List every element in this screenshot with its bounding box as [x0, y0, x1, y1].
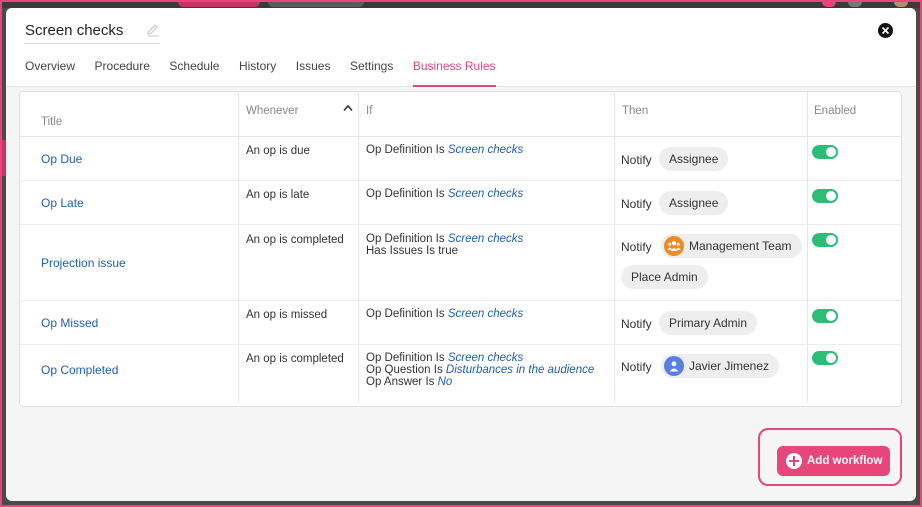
condition-line: Op Definition Is Screen checks [366, 308, 523, 320]
recipient-chip[interactable]: Place Admin [621, 265, 708, 289]
condition-line: Has Issues Is true [366, 245, 523, 257]
condition-label: Op Definition Is [366, 352, 445, 364]
recipient-label: Management Team [689, 239, 792, 253]
pencil-icon[interactable] [146, 23, 160, 37]
condition-line: Op Definition Is Screen checks [366, 233, 523, 245]
user-icon-glyph [669, 361, 679, 372]
whenever-cell: An op is missed [246, 309, 328, 321]
enabled-toggle[interactable] [812, 309, 838, 323]
recipient-chip[interactable]: Javier Jimenez [661, 354, 780, 378]
condition-line: Op Definition Is Screen checks [366, 144, 523, 156]
whenever-cell: An op is late [246, 189, 310, 201]
tab-business-rules[interactable]: Business Rules [412, 59, 496, 87]
condition-value[interactable]: Disturbances in the audience [446, 364, 594, 376]
table-row[interactable]: Projection issue An op is completed Op D… [20, 225, 901, 301]
background-app-header [0, 0, 922, 8]
recipient-chip[interactable]: Primary Admin [659, 311, 758, 335]
condition-label: Op Definition Is [366, 233, 445, 245]
condition-line: Op Question Is Disturbances in the audie… [366, 364, 594, 376]
tab-settings[interactable]: Settings [350, 59, 393, 87]
condition-label: Op Definition Is [366, 188, 445, 200]
header-title[interactable]: Title [41, 116, 62, 128]
background-button [178, 0, 260, 7]
condition-value[interactable]: Screen checks [448, 308, 523, 320]
modal-title: Screen checks [25, 22, 124, 39]
plus-circle-icon [786, 453, 802, 469]
team-icon [664, 236, 684, 256]
team-icon-glyph [667, 241, 681, 251]
add-workflow-label: Add workflow [807, 455, 883, 467]
tab-procedure[interactable]: Procedure [95, 59, 150, 87]
notify-label: Notify [621, 197, 652, 211]
condition-label: Op Question Is [366, 364, 443, 376]
if-cell: Op Definition Is Screen checks Op Questi… [366, 352, 594, 388]
whenever-cell: An op is completed [246, 353, 344, 365]
background-help-icon [848, 0, 862, 7]
recipient-chip[interactable]: Assignee [659, 191, 729, 215]
table-row[interactable]: Op Completed An op is completed Op Defin… [20, 345, 901, 402]
table-row[interactable]: Op Late An op is late Op Definition Is S… [20, 181, 901, 225]
condition-line: Op Definition Is Screen checks [366, 352, 594, 364]
tab-issues[interactable]: Issues [296, 59, 331, 87]
enabled-toggle[interactable] [812, 145, 838, 159]
tab-schedule[interactable]: Schedule [169, 59, 219, 87]
rule-title-link[interactable]: Op Due [41, 153, 82, 165]
tab-bar: Overview Procedure Schedule History Issu… [25, 59, 515, 87]
chevron-up-icon[interactable] [343, 104, 353, 112]
enabled-toggle[interactable] [812, 351, 838, 365]
condition-line: Op Answer Is No [366, 376, 594, 388]
condition-value[interactable]: Screen checks [448, 144, 523, 156]
add-workflow-button[interactable]: Add workflow [777, 446, 890, 476]
notify-label: Notify [621, 153, 652, 167]
condition-label: Op Definition Is [366, 144, 445, 156]
background-search [268, 0, 364, 7]
background-avatar [894, 0, 908, 7]
modal-header: Screen checks Overview Procedure Schedul… [6, 8, 916, 87]
close-button[interactable] [878, 23, 893, 38]
table-row[interactable]: Op Missed An op is missed Op Definition … [20, 301, 901, 345]
header-if[interactable]: If [366, 105, 372, 117]
user-icon [664, 356, 684, 376]
whenever-cell: An op is completed [246, 234, 344, 246]
condition-value[interactable]: No [438, 376, 453, 388]
rule-title-link[interactable]: Op Completed [41, 364, 118, 376]
enabled-toggle[interactable] [812, 189, 838, 203]
recipient-chip[interactable]: Management Team [661, 234, 802, 258]
whenever-cell: An op is due [246, 145, 310, 157]
condition-value[interactable]: Screen checks [448, 352, 523, 364]
recipient-chip[interactable]: Assignee [659, 147, 729, 171]
notify-label: Notify [621, 240, 652, 254]
background-notification-badge [822, 0, 836, 7]
table-row[interactable]: Op Due An op is due Op Definition Is Scr… [20, 137, 901, 181]
condition-label: Op Definition Is [366, 308, 445, 320]
header-then[interactable]: Then [622, 105, 648, 117]
tab-overview[interactable]: Overview [25, 59, 75, 87]
tab-history[interactable]: History [239, 59, 276, 87]
header-whenever[interactable]: Whenever [246, 105, 298, 117]
recipient-label: Javier Jimenez [689, 359, 770, 373]
condition-line: Op Definition Is Screen checks [366, 188, 523, 200]
header-enabled[interactable]: Enabled [814, 105, 856, 117]
rule-title-link[interactable]: Projection issue [41, 257, 126, 269]
condition-label: Op Answer Is [366, 376, 435, 388]
if-cell: Op Definition Is Screen checks [366, 144, 523, 156]
title-field[interactable]: Screen checks [24, 20, 160, 44]
if-cell: Op Definition Is Screen checks [366, 308, 523, 320]
if-cell: Op Definition Is Screen checks [366, 188, 523, 200]
condition-label: Has Issues Is true [366, 245, 459, 257]
condition-value[interactable]: Screen checks [448, 233, 523, 245]
if-cell: Op Definition Is Screen checks Has Issue… [366, 233, 523, 257]
business-rules-table: Title Whenever If Then Enabled Op Due An… [19, 91, 902, 407]
table-header: Title Whenever If Then Enabled [20, 92, 901, 137]
condition-value[interactable]: Screen checks [448, 188, 523, 200]
notify-label: Notify [621, 360, 652, 374]
rule-title-link[interactable]: Op Late [41, 197, 84, 209]
notify-label: Notify [621, 317, 652, 331]
enabled-toggle[interactable] [812, 233, 838, 247]
close-icon [881, 26, 890, 35]
rule-title-link[interactable]: Op Missed [41, 317, 98, 329]
